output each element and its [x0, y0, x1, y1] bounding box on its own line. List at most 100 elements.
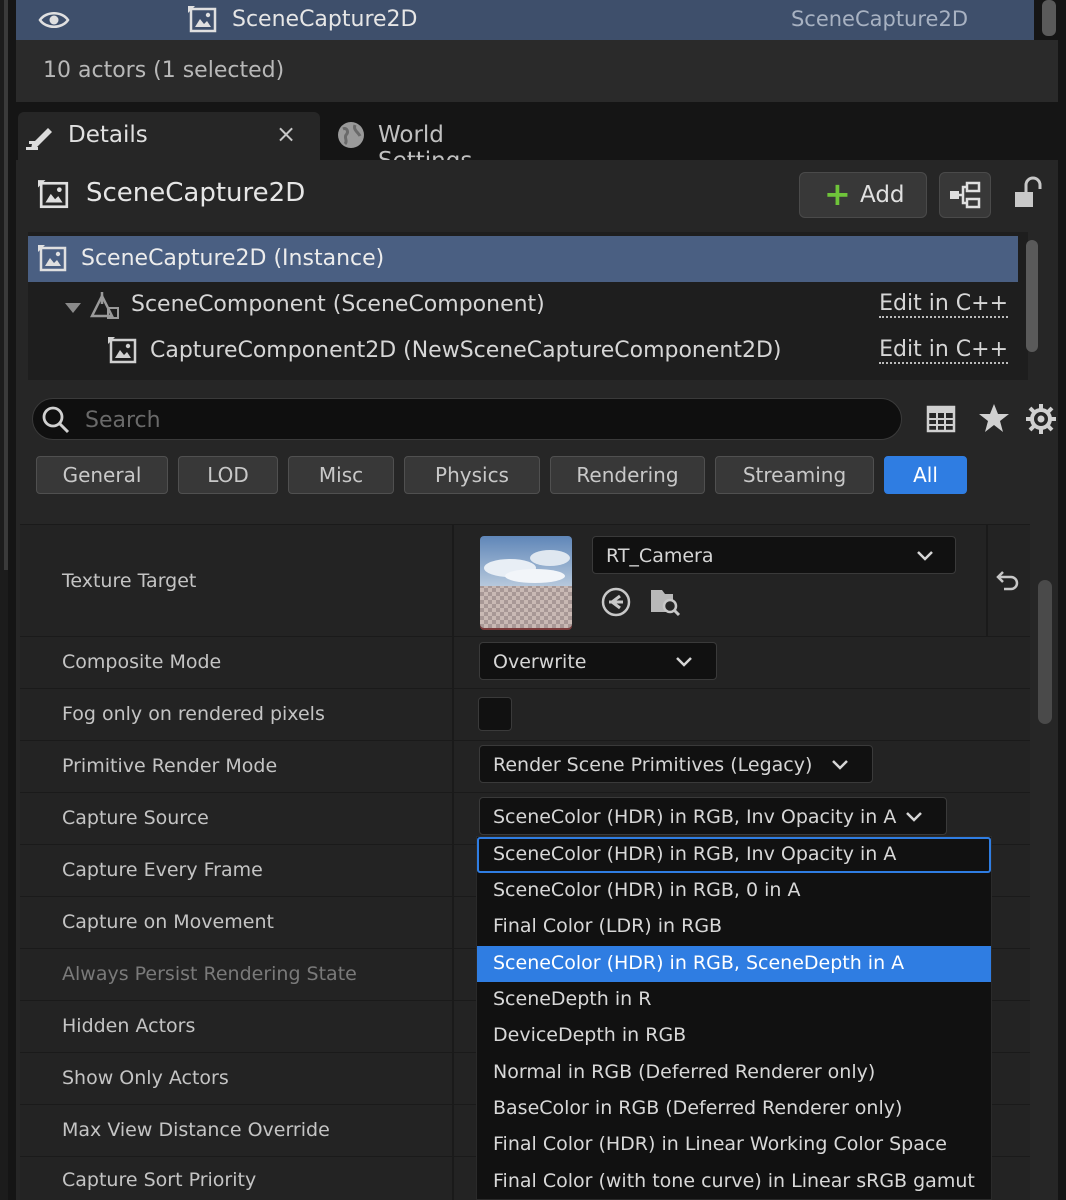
- option-label: Final Color (LDR) in RGB: [493, 915, 723, 937]
- outliner-footer: 10 actors (1 selected): [16, 40, 1058, 102]
- component-label: SceneComponent (SceneComponent): [131, 292, 545, 317]
- search-input[interactable]: [83, 403, 877, 437]
- gear-icon[interactable]: [1025, 403, 1057, 440]
- filter-misc[interactable]: Misc: [288, 456, 394, 494]
- search-icon: [41, 405, 71, 440]
- texture-target-combo[interactable]: RT_Camera: [592, 536, 956, 574]
- option-label: SceneColor (HDR) in RGB, 0 in A: [493, 879, 801, 901]
- tab-details[interactable]: Details ×: [18, 112, 320, 162]
- dropdown-option[interactable]: SceneColor (HDR) in RGB, Inv Opacity in …: [477, 837, 991, 873]
- scene-capture-icon: [38, 180, 70, 215]
- eye-icon[interactable]: [38, 6, 70, 39]
- plus-icon: +: [824, 175, 851, 213]
- composite-mode-value: Overwrite: [493, 651, 587, 673]
- component-row-scene-component[interactable]: SceneComponent (SceneComponent) Edit in …: [28, 282, 1018, 328]
- property-label: Capture Source: [62, 807, 209, 829]
- option-label: Final Color (with tone curve) in Linear …: [493, 1170, 975, 1192]
- option-label: BaseColor in RGB (Deferred Renderer only…: [493, 1097, 903, 1119]
- details-search[interactable]: [32, 398, 902, 440]
- option-label: DeviceDepth in RGB: [493, 1024, 687, 1046]
- table-view-icon[interactable]: [926, 404, 956, 439]
- composite-mode-combo[interactable]: Overwrite: [479, 642, 717, 680]
- texture-target-value: RT_Camera: [606, 545, 714, 567]
- dropdown-option[interactable]: Final Color (with tone curve) in Linear …: [477, 1164, 991, 1200]
- close-icon[interactable]: ×: [276, 120, 296, 148]
- option-label: SceneColor (HDR) in RGB, SceneDepth in A: [493, 952, 905, 974]
- filter-rendering[interactable]: Rendering: [550, 456, 705, 494]
- component-label: SceneCapture2D (Instance): [81, 246, 385, 271]
- component-label: CaptureComponent2D (NewSceneCaptureCompo…: [150, 338, 782, 363]
- property-label: Hidden Actors: [62, 1015, 196, 1037]
- property-label: Capture on Movement: [62, 911, 274, 933]
- fog-only-checkbox[interactable]: [478, 697, 512, 731]
- outliner-actor-type: SceneCapture2D: [790, 7, 968, 31]
- property-grid-scrollbar[interactable]: [1038, 580, 1052, 724]
- left-panel-scrollbar[interactable]: [4, 0, 8, 570]
- option-label: Normal in RGB (Deferred Renderer only): [493, 1061, 876, 1083]
- property-label: Primitive Render Mode: [62, 755, 278, 777]
- scene-component-icon: [88, 290, 122, 327]
- component-row-instance[interactable]: SceneCapture2D (Instance): [28, 236, 1018, 282]
- property-label: Capture Sort Priority: [62, 1169, 257, 1191]
- lock-icon[interactable]: [1012, 176, 1042, 215]
- property-label: Max View Distance Override: [62, 1119, 330, 1141]
- actor-count: 10 actors (1 selected): [43, 58, 285, 83]
- globe-icon: [336, 120, 366, 155]
- blueprint-hierarchy-icon: [949, 181, 981, 214]
- reset-to-default-icon[interactable]: [994, 568, 1020, 599]
- texture-thumbnail[interactable]: [480, 536, 572, 628]
- blueprint-button[interactable]: [939, 172, 991, 218]
- property-label: Fog only on rendered pixels: [62, 703, 325, 725]
- capture-source-dropdown: SceneColor (HDR) in RGB, Inv Opacity in …: [476, 836, 992, 1200]
- dropdown-option[interactable]: Normal in RGB (Deferred Renderer only): [477, 1055, 991, 1091]
- dropdown-option[interactable]: Final Color (LDR) in RGB: [477, 909, 991, 945]
- dropdown-option-highlighted[interactable]: SceneColor (HDR) in RGB, SceneDepth in A: [477, 946, 991, 982]
- scene-capture-icon: [188, 6, 218, 39]
- outliner-actor-name: SceneCapture2D: [232, 7, 418, 32]
- add-component-button[interactable]: + Add: [799, 172, 927, 218]
- component-row-capture-component[interactable]: CaptureComponent2D (NewSceneCaptureCompo…: [28, 328, 1018, 374]
- capture-source-value: SceneColor (HDR) in RGB, Inv Opacity in …: [493, 806, 897, 828]
- dropdown-option[interactable]: Final Color (HDR) in Linear Working Colo…: [477, 1127, 991, 1163]
- chevron-down-icon[interactable]: [64, 296, 82, 320]
- dropdown-option[interactable]: SceneDepth in R: [477, 982, 991, 1018]
- edit-in-cpp-link[interactable]: Edit in C++: [879, 292, 1008, 318]
- property-label: Texture Target: [62, 570, 197, 592]
- component-tree-scrollbar[interactable]: [1026, 240, 1038, 352]
- filter-physics[interactable]: Physics: [404, 456, 540, 494]
- property-label: Always Persist Rendering State: [62, 963, 357, 985]
- pencil-icon: [26, 120, 58, 157]
- chevron-down-icon: [915, 546, 935, 571]
- dropdown-option[interactable]: SceneColor (HDR) in RGB, 0 in A: [477, 873, 991, 909]
- filter-streaming[interactable]: Streaming: [715, 456, 874, 494]
- component-tree: SceneCapture2D (Instance) SceneComponent…: [28, 232, 1028, 380]
- filter-general[interactable]: General: [36, 456, 168, 494]
- property-label: Composite Mode: [62, 651, 222, 673]
- star-icon[interactable]: [978, 403, 1010, 438]
- option-label: Final Color (HDR) in Linear Working Colo…: [493, 1133, 947, 1155]
- chevron-down-icon: [830, 755, 850, 780]
- browse-asset-icon[interactable]: [648, 586, 682, 623]
- property-row-fog-only: Fog only on rendered pixels: [20, 688, 1030, 740]
- scene-capture-icon: [38, 244, 68, 279]
- primitive-render-mode-value: Render Scene Primitives (Legacy): [493, 754, 813, 776]
- property-label: Capture Every Frame: [62, 859, 263, 881]
- use-selected-asset-icon[interactable]: [600, 586, 632, 623]
- tab-details-label: Details: [68, 122, 148, 148]
- add-button-label: Add: [860, 182, 905, 208]
- chevron-down-icon: [674, 652, 694, 677]
- dropdown-option[interactable]: DeviceDepth in RGB: [477, 1018, 991, 1054]
- filter-lod[interactable]: LOD: [178, 456, 278, 494]
- primitive-render-mode-combo[interactable]: Render Scene Primitives (Legacy): [479, 745, 873, 783]
- outliner-scrollbar[interactable]: [1042, 0, 1056, 36]
- scene-capture-icon: [108, 336, 138, 371]
- edit-in-cpp-link[interactable]: Edit in C++: [879, 338, 1008, 364]
- option-label: SceneDepth in R: [493, 988, 652, 1010]
- actor-name: SceneCapture2D: [86, 178, 306, 208]
- dropdown-option[interactable]: BaseColor in RGB (Deferred Renderer only…: [477, 1091, 991, 1127]
- property-label: Show Only Actors: [62, 1067, 229, 1089]
- filter-all[interactable]: All: [884, 456, 967, 494]
- chevron-down-icon: [904, 807, 924, 832]
- outliner-selected-row[interactable]: SceneCapture2D SceneCapture2D: [16, 0, 1034, 40]
- capture-source-combo[interactable]: SceneColor (HDR) in RGB, Inv Opacity in …: [479, 797, 947, 835]
